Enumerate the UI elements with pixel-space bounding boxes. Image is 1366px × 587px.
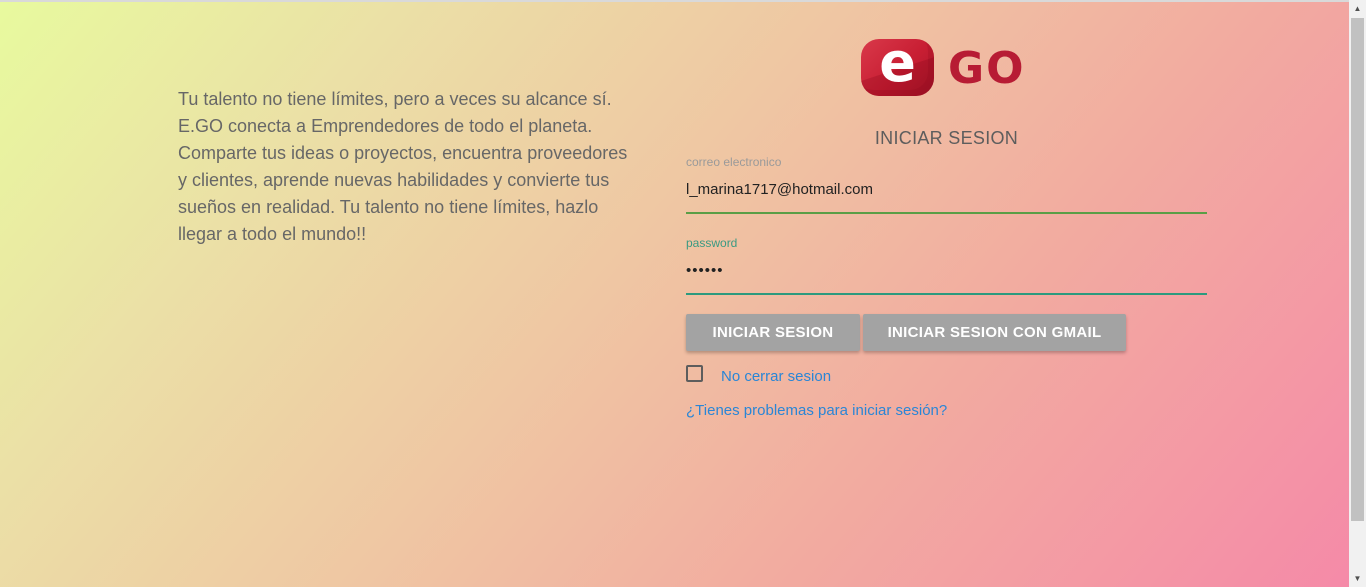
logo-go-text: GO	[948, 43, 1026, 94]
top-border	[0, 0, 1366, 2]
intro-line: llegar a todo el mundo!!	[178, 224, 367, 244]
remember-label[interactable]: No cerrar sesion	[721, 368, 831, 385]
email-label: correo electronico	[686, 155, 782, 169]
email-underline	[686, 212, 1207, 214]
login-help-link[interactable]: ¿Tienes problemas para iniciar sesión?	[686, 402, 947, 419]
intro-line: Comparte tus ideas o proyectos, encuentr…	[178, 143, 628, 163]
logo-e-letter: e	[879, 39, 916, 94]
scrollbar[interactable]: ▲ ▼	[1349, 0, 1366, 587]
password-field[interactable]	[686, 257, 1207, 283]
gmail-login-button[interactable]: INICIAR SESION CON GMAIL	[863, 314, 1126, 351]
password-label: password	[686, 236, 738, 250]
login-title: INICIAR SESION	[874, 128, 1019, 148]
scroll-thumb[interactable]	[1351, 18, 1364, 521]
intro-line: sueños en realidad. Tu talento no tiene …	[178, 197, 599, 217]
chevron-down-icon[interactable]: ▼	[1349, 570, 1366, 587]
chevron-up-icon[interactable]: ▲	[1349, 0, 1366, 17]
ego-logo: e GO	[860, 38, 1040, 98]
email-field[interactable]	[686, 176, 1207, 202]
intro-line: y clientes, aprende nuevas habilidades y…	[178, 170, 610, 190]
login-button[interactable]: INICIAR SESION	[686, 314, 860, 351]
intro-line: E.GO conecta a Emprendedores de todo el …	[178, 116, 593, 136]
password-underline	[686, 293, 1207, 295]
remember-checkbox[interactable]	[686, 365, 703, 382]
intro-text: Tu talento no tiene límites, pero a vece…	[178, 86, 638, 248]
intro-line: Tu talento no tiene límites, pero a vece…	[178, 89, 612, 109]
logo-e-badge: e	[861, 39, 934, 96]
